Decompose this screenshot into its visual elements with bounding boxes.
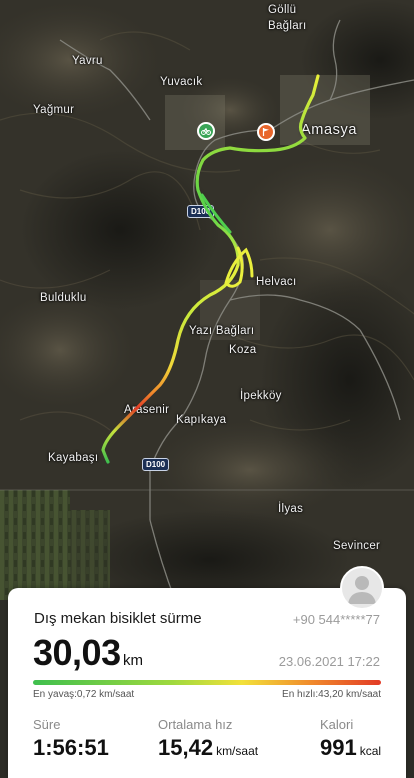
speed-gradient-bar: [33, 680, 381, 685]
duration-value: 1:56:51: [33, 735, 109, 761]
avg-speed-label: Ortalama hız: [158, 717, 233, 732]
activity-summary-card: Dış mekan bisiklet sürme +90 544*****77 …: [8, 588, 406, 778]
activity-datetime: 23.06.2021 17:22: [278, 654, 380, 669]
avg-speed-number: 15,42: [158, 735, 214, 760]
distance-value: 30,03: [33, 632, 121, 673]
calories-value: 991 kcal: [320, 735, 381, 761]
avatar[interactable]: [340, 566, 384, 610]
duration-label: Süre: [33, 717, 61, 732]
flag-icon: [262, 128, 269, 136]
bicycle-icon: [201, 128, 211, 135]
fastest-speed: En hızlı:43,20 km/saat: [282, 689, 381, 700]
end-marker[interactable]: [257, 123, 275, 141]
start-marker[interactable]: [197, 122, 215, 140]
calories-number: 991: [320, 735, 357, 760]
user-phone: +90 544*****77: [292, 612, 380, 627]
avg-speed-value: 15,42 km/saat: [158, 735, 258, 761]
user-icon: [348, 576, 376, 604]
calories-label: Kalori: [320, 717, 354, 732]
slowest-speed: En yavaş:0,72 km/saat: [33, 689, 135, 700]
calories-unit: kcal: [359, 744, 382, 758]
activity-title: Dış mekan bisiklet sürme: [34, 610, 202, 627]
distance-unit: km: [123, 652, 143, 669]
route-map[interactable]: Göllü Bağları Yavru Yuvacık Yağmur Amasy…: [0, 0, 414, 600]
duration-number: 1:56:51: [33, 735, 109, 760]
avg-speed-unit: km/saat: [216, 744, 259, 758]
route-line: [101, 74, 320, 464]
